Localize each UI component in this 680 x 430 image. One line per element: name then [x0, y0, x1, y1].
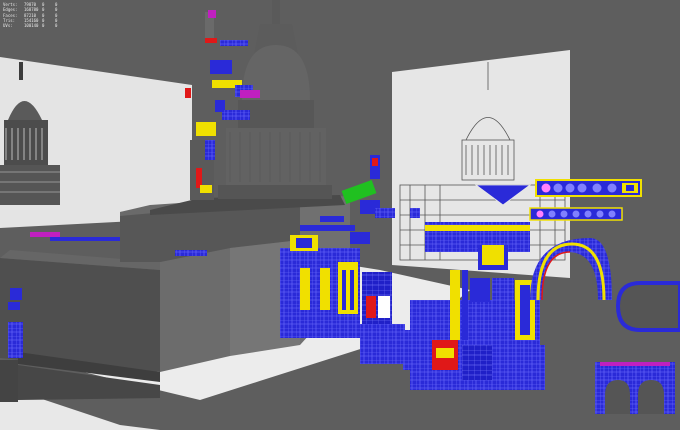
scene-canvas[interactable] — [0, 0, 680, 430]
rosette-strip-top[interactable] — [535, 179, 642, 197]
perspective-viewport[interactable]: Verts: 79870 0 0 Edges: 168780 0 0 Faces… — [0, 0, 680, 430]
left-reference-plane[interactable] — [0, 57, 192, 228]
arch-segment-uv[interactable] — [595, 281, 680, 414]
capitol-dome-model[interactable] — [190, 0, 332, 200]
hud-row-uvs: UVs: 100140 0 0 — [3, 23, 58, 29]
right-facade-uv[interactable] — [403, 222, 612, 390]
poly-count-hud: Verts: 79870 0 0 Edges: 168780 0 0 Faces… — [3, 2, 65, 28]
